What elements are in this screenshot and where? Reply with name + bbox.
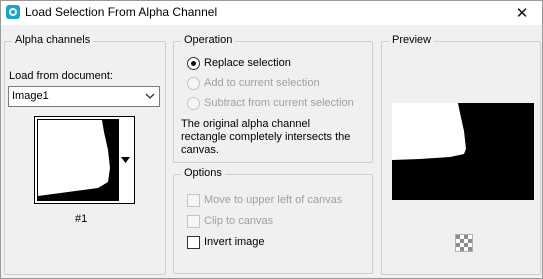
- operation-message-line1: The original alpha channel: [181, 118, 311, 130]
- operation-message-line2: rectangle completely intersects the: [181, 131, 351, 143]
- close-button[interactable]: ✕: [502, 1, 542, 25]
- options-label: Options: [181, 167, 225, 179]
- window-title: Load Selection From Alpha Channel: [25, 5, 218, 19]
- invert-image-checkbox[interactable]: [187, 236, 200, 249]
- chevron-down-icon: [145, 91, 155, 101]
- preview-label: Preview: [389, 34, 435, 46]
- alpha-mask-thumbnail: [37, 119, 119, 201]
- paint-shop-icon: [5, 4, 21, 20]
- document-select[interactable]: Image1: [8, 86, 160, 107]
- channel-number-label: #1: [75, 213, 88, 225]
- add-to-selection-radio[interactable]: [187, 77, 200, 90]
- document-select-value: Image1: [12, 90, 49, 102]
- close-icon: ✕: [515, 5, 529, 22]
- invert-image-label[interactable]: Invert image: [204, 236, 265, 248]
- title-bar: Load Selection From Alpha Channel ✕: [1, 1, 542, 25]
- alpha-channel-thumbnail[interactable]: [34, 116, 135, 204]
- load-from-label: Load from document:: [9, 70, 113, 82]
- replace-selection-radio[interactable]: [187, 57, 200, 70]
- operation-message-line3: canvas.: [181, 144, 219, 156]
- dialog-window: Load Selection From Alpha Channel ✕ Alph…: [0, 0, 543, 279]
- checkerboard-icon: [456, 235, 472, 251]
- alpha-channels-label: Alpha channels: [12, 34, 94, 46]
- subtract-selection-label[interactable]: Subtract from current selection: [204, 97, 354, 109]
- move-upper-left-checkbox[interactable]: [187, 194, 200, 207]
- add-to-selection-label[interactable]: Add to current selection: [204, 77, 320, 89]
- clip-to-canvas-checkbox[interactable]: [187, 215, 200, 228]
- thumbnail-menu-button[interactable]: [119, 119, 132, 201]
- checkerboard-button[interactable]: [455, 234, 473, 252]
- operation-label: Operation: [181, 34, 236, 46]
- replace-selection-label[interactable]: Replace selection: [204, 57, 291, 69]
- subtract-selection-radio[interactable]: [187, 97, 200, 110]
- triangle-down-icon: [121, 157, 130, 163]
- selection-preview: [392, 103, 534, 200]
- clip-to-canvas-label[interactable]: Clip to canvas: [204, 215, 273, 227]
- move-upper-left-label[interactable]: Move to upper left of canvas: [204, 194, 342, 206]
